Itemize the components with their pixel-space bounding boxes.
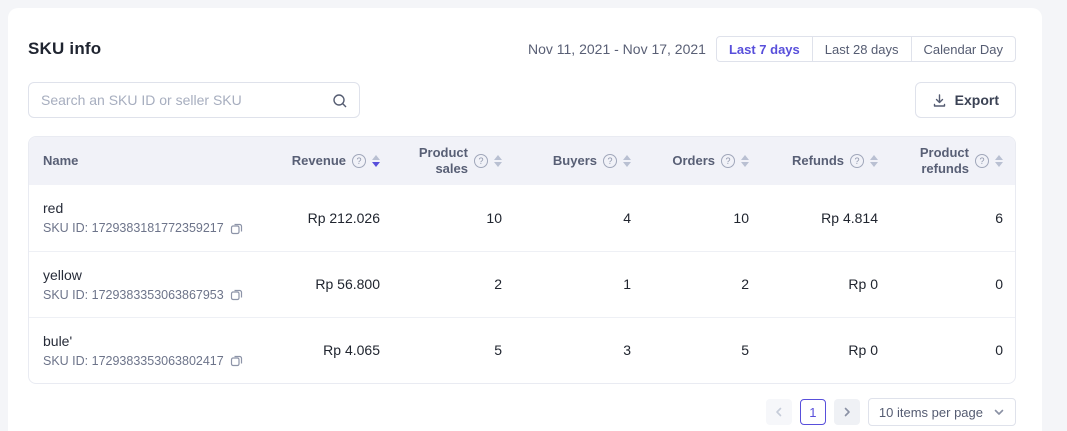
copy-icon[interactable] <box>230 222 243 235</box>
buyers-cell: 3 <box>516 317 645 383</box>
sku-id: SKU ID: 1729383181772359217 <box>43 221 224 235</box>
sort-icon[interactable] <box>995 155 1003 167</box>
next-page-button[interactable] <box>834 399 860 425</box>
table-row: red SKU ID: 1729383181772359217 Rp 212.0… <box>29 185 1016 251</box>
chevron-left-icon <box>773 406 785 418</box>
download-icon <box>932 93 947 108</box>
column-header-orders[interactable]: Orders ? <box>645 153 763 169</box>
sku-name: red <box>43 200 274 216</box>
sku-table: Name Revenue ? Product sales ? Buyers <box>28 136 1016 384</box>
refunds-cell: Rp 4.814 <box>763 185 892 251</box>
table-row: bule' SKU ID: 1729383353063802417 Rp 4.0… <box>29 317 1016 383</box>
export-button[interactable]: Export <box>915 82 1016 118</box>
column-header-revenue[interactable]: Revenue ? <box>274 153 394 169</box>
page-title: SKU info <box>28 39 101 59</box>
orders-cell: 2 <box>645 251 763 317</box>
orders-cell: 5 <box>645 317 763 383</box>
revenue-cell: Rp 4.065 <box>274 317 394 383</box>
product-sales-cell: 10 <box>394 185 516 251</box>
toolbar: Export <box>28 82 1016 118</box>
sku-id: SKU ID: 1729383353063867953 <box>43 288 224 302</box>
sort-icon[interactable] <box>741 155 749 167</box>
sort-icon[interactable] <box>623 155 631 167</box>
page-1-button[interactable]: 1 <box>800 399 826 425</box>
range-button-last-7-days[interactable]: Last 7 days <box>716 36 813 62</box>
product-refunds-cell: 6 <box>892 185 1016 251</box>
column-header-product-refunds[interactable]: Product refunds ? <box>892 145 1016 176</box>
sku-info-card: SKU info Nov 11, 2021 - Nov 17, 2021 Las… <box>8 8 1042 431</box>
date-range-label: Nov 11, 2021 - Nov 17, 2021 <box>528 41 706 57</box>
info-icon[interactable]: ? <box>603 154 617 168</box>
revenue-cell: Rp 212.026 <box>274 185 394 251</box>
revenue-cell: Rp 56.800 <box>274 251 394 317</box>
export-label: Export <box>955 92 999 108</box>
refunds-cell: Rp 0 <box>763 317 892 383</box>
range-button-calendar-day[interactable]: Calendar Day <box>911 36 1017 62</box>
search-icon[interactable] <box>332 93 348 109</box>
table-header-row: Name Revenue ? Product sales ? Buyers <box>29 137 1016 185</box>
sku-id: SKU ID: 1729383353063802417 <box>43 354 224 368</box>
sort-icon[interactable] <box>494 155 502 167</box>
sort-icon[interactable] <box>870 155 878 167</box>
refunds-cell: Rp 0 <box>763 251 892 317</box>
chevron-right-icon <box>841 406 853 418</box>
product-refunds-cell: 0 <box>892 251 1016 317</box>
chevron-down-icon <box>993 406 1005 418</box>
product-refunds-cell: 0 <box>892 317 1016 383</box>
items-per-page-value: 10 items per page <box>879 405 983 420</box>
sort-icon[interactable] <box>372 155 380 167</box>
items-per-page-select[interactable]: 10 items per page <box>868 398 1016 426</box>
column-header-product-sales[interactable]: Product sales ? <box>394 145 516 176</box>
product-sales-cell: 2 <box>394 251 516 317</box>
header-row: SKU info Nov 11, 2021 - Nov 17, 2021 Las… <box>28 36 1016 62</box>
info-icon[interactable]: ? <box>721 154 735 168</box>
sku-name: bule' <box>43 333 274 349</box>
search-box <box>28 82 360 118</box>
table-row: yellow SKU ID: 1729383353063867953 Rp 56… <box>29 251 1016 317</box>
info-icon[interactable]: ? <box>975 154 989 168</box>
column-header-name: Name <box>29 153 274 169</box>
buyers-cell: 4 <box>516 185 645 251</box>
date-controls: Nov 11, 2021 - Nov 17, 2021 Last 7 days … <box>528 36 1016 62</box>
search-input[interactable] <box>29 83 359 117</box>
column-header-buyers[interactable]: Buyers ? <box>516 153 645 169</box>
copy-icon[interactable] <box>230 354 243 367</box>
previous-page-button[interactable] <box>766 399 792 425</box>
orders-cell: 10 <box>645 185 763 251</box>
info-icon[interactable]: ? <box>474 154 488 168</box>
pagination: 1 10 items per page <box>28 398 1016 426</box>
column-header-refunds[interactable]: Refunds ? <box>763 153 892 169</box>
info-icon[interactable]: ? <box>352 154 366 168</box>
product-sales-cell: 5 <box>394 317 516 383</box>
buyers-cell: 1 <box>516 251 645 317</box>
info-icon[interactable]: ? <box>850 154 864 168</box>
range-button-last-28-days[interactable]: Last 28 days <box>812 36 912 62</box>
date-range-switcher: Last 7 days Last 28 days Calendar Day <box>716 36 1016 62</box>
sku-name: yellow <box>43 267 274 283</box>
copy-icon[interactable] <box>230 288 243 301</box>
